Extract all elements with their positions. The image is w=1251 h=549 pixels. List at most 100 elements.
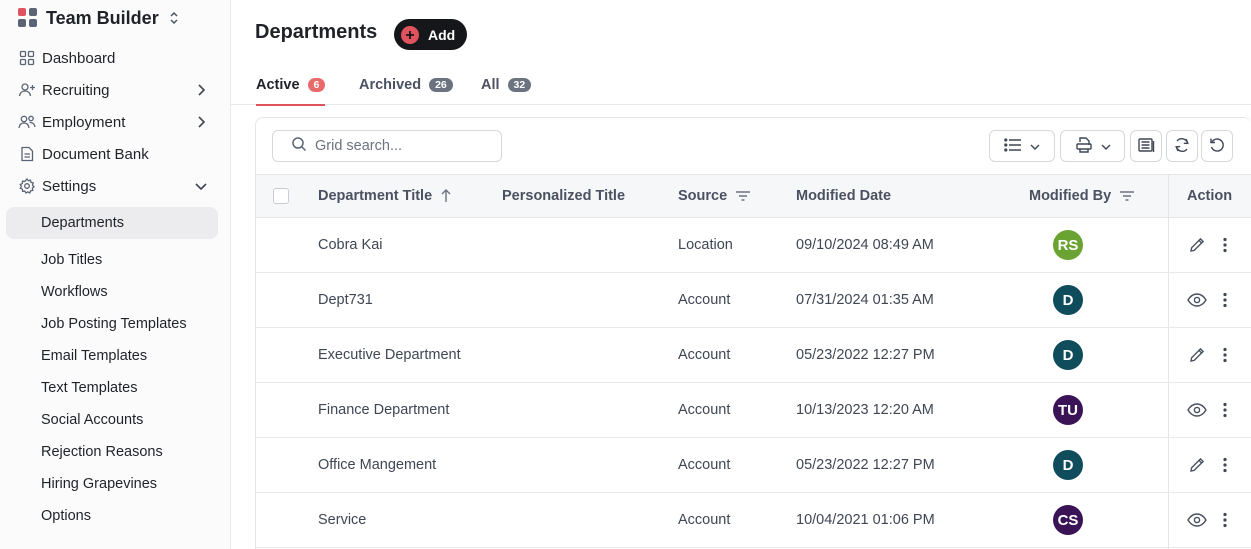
edit-icon[interactable] [1186, 344, 1208, 366]
document-icon [18, 145, 36, 163]
export-icon [1075, 136, 1093, 157]
sidebar-subitem-hiring-grapevines[interactable]: Hiring Grapevines [0, 468, 231, 500]
sidebar-subitem-rejection-reasons[interactable]: Rejection Reasons [0, 436, 231, 468]
table-row[interactable]: Office Mangement Account 05/23/2022 12:27 … [256, 438, 1251, 493]
avatar: RS [1053, 230, 1083, 260]
more-vertical-icon[interactable] [1214, 344, 1236, 366]
grid-icon [18, 49, 36, 67]
more-vertical-icon[interactable] [1214, 399, 1236, 421]
column-label: Source [678, 188, 728, 204]
column-header-action: Action [1187, 175, 1232, 217]
cell-modified-date: 09/10/2024 08:49 AM [796, 237, 934, 253]
more-vertical-icon[interactable] [1214, 289, 1236, 311]
cell-source: Account [678, 457, 731, 473]
search-icon [291, 136, 307, 157]
list-icon [1004, 137, 1022, 155]
cell-modified-date: 07/31/2024 01:35 AM [796, 292, 934, 308]
column-label: Department Title [318, 188, 433, 204]
cell-source: Account [678, 347, 731, 363]
cell-modified-date: 05/23/2022 12:27 PM [796, 457, 935, 473]
sidebar-subitem-job-titles[interactable]: Job Titles [0, 244, 231, 276]
more-vertical-icon[interactable] [1214, 234, 1236, 256]
sidebar: Team Builder Dashboard Recruiting Employ… [0, 0, 231, 549]
add-button[interactable]: Add [394, 19, 467, 50]
edit-icon[interactable] [1186, 454, 1208, 476]
departments-grid: Department Title Personalized Title Sour… [255, 117, 1251, 549]
column-label: Modified By [1029, 188, 1112, 204]
undo-icon [1208, 136, 1226, 157]
table-row[interactable]: Dept731 Account 07/31/2024 01:35 AM D [256, 273, 1251, 328]
tab-all[interactable]: All 32 [481, 64, 532, 105]
column-header-personalized-title[interactable]: Personalized Title [502, 175, 625, 217]
cell-department-title: Dept731 [318, 292, 373, 308]
chevron-up-down-icon[interactable] [169, 11, 179, 25]
tab-bar: Active 6 Archived 26 All 32 [231, 64, 1251, 106]
cell-department-title: Service [318, 512, 367, 528]
sidebar-item-employment[interactable]: Employment [0, 106, 231, 138]
column-header-source[interactable]: Source [678, 175, 751, 217]
sidebar-subitem-text-templates[interactable]: Text Templates [0, 372, 231, 404]
cell-department-title: Cobra Kai [318, 237, 383, 253]
sidebar-item-label: Recruiting [42, 81, 110, 99]
avatar: D [1053, 340, 1083, 370]
chevron-down-icon [1101, 139, 1111, 154]
chevron-right-icon [193, 114, 209, 134]
tab-archived[interactable]: Archived 26 [359, 64, 453, 105]
sidebar-subitem-options[interactable]: Options [0, 500, 231, 532]
column-label: Action [1187, 188, 1233, 204]
avatar: CS [1053, 505, 1083, 535]
more-vertical-icon[interactable] [1214, 509, 1236, 531]
tab-active[interactable]: Active 6 [256, 64, 326, 106]
cell-department-title: Office Mangement [318, 457, 437, 473]
sidebar-item-settings[interactable]: Settings [0, 170, 231, 202]
cell-department-title: Finance Department [318, 402, 450, 418]
columns-icon [1137, 137, 1155, 156]
search-input[interactable] [315, 138, 485, 154]
sidebar-item-recruiting[interactable]: Recruiting [0, 74, 231, 106]
table-row[interactable]: Cobra Kai Location 09/10/2024 08:49 AM RS [256, 218, 1251, 273]
sidebar-subitem-job-posting-templates[interactable]: Job Posting Templates [0, 308, 231, 340]
sidebar-item-dashboard[interactable]: Dashboard [0, 42, 231, 74]
chevron-down-icon [1030, 139, 1040, 154]
view-icon[interactable] [1186, 509, 1208, 531]
sidebar-item-document-bank[interactable]: Document Bank [0, 138, 231, 170]
table-row[interactable]: Executive Department Account 05/23/2022 12… [256, 328, 1251, 383]
main-content: Departments Add Active 6 Archived 26 All… [231, 0, 1251, 549]
sort-ascending-icon [441, 189, 451, 202]
sidebar-item-label: Document Bank [42, 145, 149, 163]
more-vertical-icon[interactable] [1214, 454, 1236, 476]
export-button[interactable] [1060, 130, 1125, 162]
plus-icon [401, 25, 419, 44]
chevron-right-icon [193, 82, 209, 102]
cell-modified-date: 05/23/2022 12:27 PM [796, 347, 935, 363]
view-icon[interactable] [1186, 289, 1208, 311]
avatar: TU [1053, 395, 1083, 425]
column-header-modified-date[interactable]: Modified Date [796, 175, 891, 217]
cell-source: Location [678, 237, 733, 253]
refresh-button[interactable] [1166, 130, 1198, 162]
grid-search[interactable] [272, 130, 502, 162]
sidebar-subitem-workflows[interactable]: Workflows [0, 276, 231, 308]
select-all-checkbox[interactable] [273, 188, 289, 204]
sidebar-subitem-social-accounts[interactable]: Social Accounts [0, 404, 231, 436]
columns-button[interactable] [1130, 130, 1162, 162]
column-header-department-title[interactable]: Department Title [318, 175, 452, 217]
sidebar-subitem-email-templates[interactable]: Email Templates [0, 340, 231, 372]
chevron-down-icon [193, 178, 209, 198]
cell-source: Account [678, 512, 731, 528]
column-header-modified-by[interactable]: Modified By [1029, 175, 1135, 217]
gear-icon [18, 177, 36, 195]
sidebar-subitem-departments[interactable]: Departments [6, 207, 218, 239]
view-options-button[interactable] [989, 130, 1055, 162]
table-row[interactable]: Finance Department Account 10/13/2023 12:2… [256, 383, 1251, 438]
column-label: Modified Date [796, 188, 892, 204]
edit-icon[interactable] [1186, 234, 1208, 256]
app-switcher[interactable]: Team Builder [18, 6, 179, 30]
add-button-label: Add [428, 26, 456, 43]
app-logo-icon [18, 8, 38, 28]
view-icon[interactable] [1186, 399, 1208, 421]
reset-button[interactable] [1201, 130, 1233, 162]
user-plus-icon [18, 81, 36, 99]
cell-source: Account [678, 402, 731, 418]
table-row[interactable]: Service Account 10/04/2021 01:06 PM CS [256, 493, 1251, 548]
